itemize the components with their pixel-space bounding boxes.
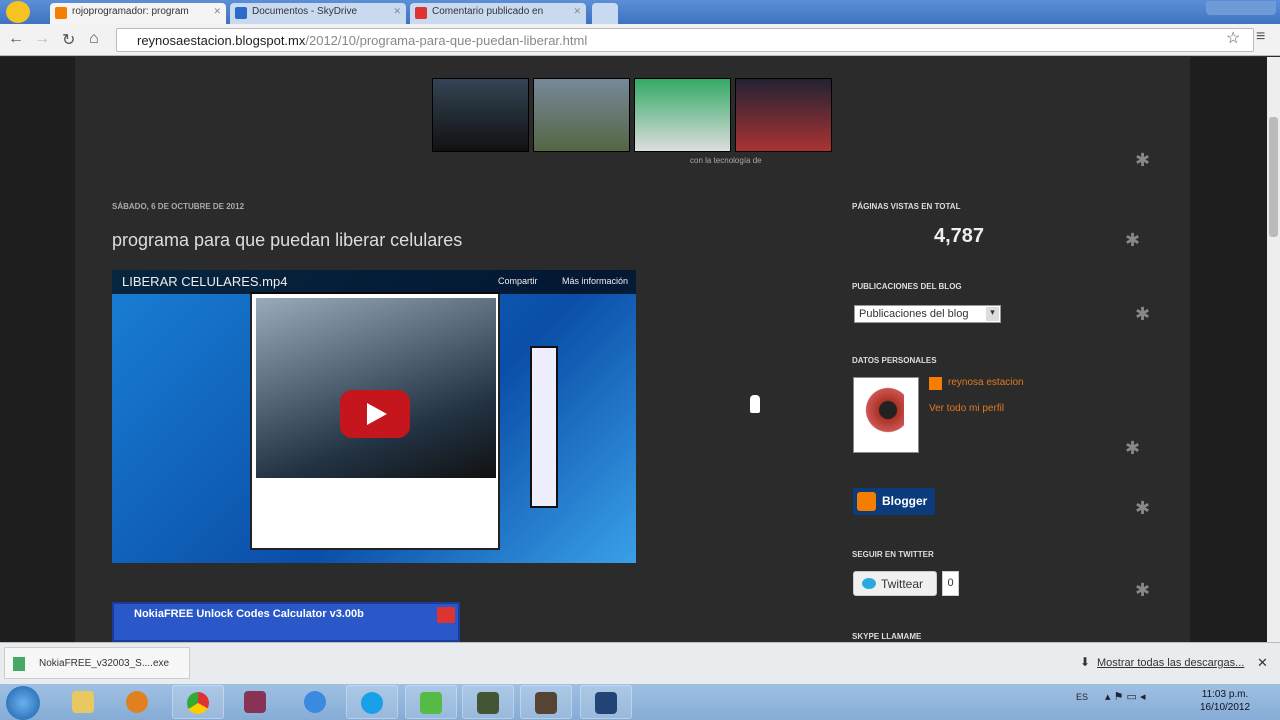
edit-wrench-icon[interactable]: ✱ bbox=[1125, 230, 1140, 251]
nokiafree-taskbar-icon[interactable] bbox=[580, 685, 632, 719]
app-taskbar-icon[interactable] bbox=[520, 685, 572, 719]
tray-icons[interactable]: ▴ ⚑ ▭ ◂ bbox=[1105, 690, 1145, 703]
nokiafree-window: NokiaFREE Unlock Codes Calculator v3.00b bbox=[112, 602, 460, 642]
windows-taskbar: ES ▴ ⚑ ▭ ◂ 11:03 p.m. 16/10/2012 bbox=[0, 684, 1280, 720]
gmail-favicon-icon bbox=[415, 7, 427, 19]
tweet-count: 0 bbox=[942, 571, 959, 596]
more-info-button[interactable]: Más información bbox=[562, 276, 628, 286]
start-button[interactable] bbox=[6, 686, 40, 720]
video-thumbnail[interactable] bbox=[533, 78, 630, 152]
app-taskbar-icon[interactable] bbox=[462, 685, 514, 719]
reload-icon[interactable]: ↻ bbox=[62, 30, 75, 50]
window-title: NokiaFREE Unlock Codes Calculator v3.00b bbox=[134, 608, 364, 620]
scrollbar-thumb[interactable] bbox=[1269, 117, 1278, 237]
blogger-badge[interactable]: Blogger bbox=[853, 488, 935, 515]
new-tab-button[interactable] bbox=[592, 3, 618, 24]
archive-select[interactable]: Publicaciones del blog bbox=[854, 305, 1001, 323]
edit-wrench-icon[interactable]: ✱ bbox=[1135, 304, 1150, 325]
tab-strip: rojoprogramador: program ✕ Documentos - S… bbox=[0, 0, 1280, 24]
system-clock[interactable]: 11:03 p.m. 16/10/2012 bbox=[1200, 688, 1250, 714]
view-profile-link[interactable]: Ver todo mi perfil bbox=[929, 403, 1004, 414]
download-arrow-icon: ⬇ bbox=[1080, 655, 1091, 669]
url-host: reynosaestacion.blogspot.mx bbox=[137, 33, 306, 48]
bookmark-star-icon[interactable]: ☆ bbox=[1226, 28, 1240, 48]
blog-page: con la tecnología de ✱ SÁBADO, 6 DE OCTU… bbox=[0, 57, 1267, 642]
video-title-bar: LIBERAR CELULARES.mp4 Compartir Más info… bbox=[112, 270, 636, 294]
tab-label: Documentos - SkyDrive bbox=[252, 6, 358, 17]
window-controls[interactable] bbox=[1206, 1, 1276, 15]
share-button[interactable]: Compartir bbox=[498, 276, 538, 286]
ie-taskbar-icon[interactable] bbox=[290, 685, 342, 719]
skydrive-favicon-icon bbox=[235, 7, 247, 19]
video-thumbnail[interactable] bbox=[735, 78, 832, 152]
home-icon[interactable]: ⌂ bbox=[89, 30, 99, 48]
profile-avatar-icon bbox=[6, 1, 30, 23]
tweet-label: Twittear bbox=[881, 577, 924, 591]
tab-skydrive[interactable]: Documentos - SkyDrive ✕ bbox=[230, 3, 406, 24]
rooster-image bbox=[864, 386, 904, 446]
video-sidebar-gadget bbox=[530, 346, 558, 508]
exe-file-icon bbox=[13, 657, 25, 671]
url-path: /2012/10/programa-para-que-puedan-libera… bbox=[305, 33, 588, 48]
show-all-downloads-link[interactable]: Mostrar todas las descargas... bbox=[1097, 657, 1244, 669]
language-indicator[interactable]: ES bbox=[1076, 692, 1088, 702]
profile-name-link[interactable]: reynosa estacion bbox=[948, 377, 1024, 388]
tab-rojoprogramador[interactable]: rojoprogramador: program ✕ bbox=[50, 3, 226, 24]
winrar-taskbar-icon[interactable] bbox=[230, 685, 282, 719]
tab-label: rojoprogramador: program bbox=[72, 6, 189, 17]
close-tab-icon[interactable]: ✕ bbox=[573, 6, 581, 17]
skype-taskbar-icon[interactable] bbox=[346, 685, 398, 719]
messenger-taskbar-icon[interactable] bbox=[405, 685, 457, 719]
video-title[interactable]: LIBERAR CELULARES.mp4 bbox=[122, 274, 287, 289]
powered-by-text: con la tecnología de bbox=[690, 156, 762, 165]
video-thumbnail[interactable] bbox=[634, 78, 731, 152]
video-frame bbox=[256, 298, 496, 478]
download-filename: NokiaFREE_v32003_S....exe bbox=[39, 658, 170, 669]
video-player[interactable]: LIBERAR CELULARES.mp4 Compartir Más info… bbox=[112, 270, 636, 563]
close-download-shelf-icon[interactable]: ✕ bbox=[1257, 655, 1268, 671]
blogger-logo-icon bbox=[857, 492, 876, 511]
tab-gmail[interactable]: Comentario publicado en ✕ bbox=[410, 3, 586, 24]
profile-avatar[interactable] bbox=[853, 377, 919, 453]
download-shelf: NokiaFREE_v32003_S....exe ⬇ Mostrar toda… bbox=[0, 642, 1280, 684]
archive-title: PUBLICACIONES DEL BLOG bbox=[852, 282, 962, 291]
video-thumbnails bbox=[432, 78, 832, 152]
twitter-title: SEGUIR EN TWITTER bbox=[852, 550, 934, 559]
blogger-label: Blogger bbox=[882, 494, 928, 508]
address-bar[interactable]: reynosaestacion.blogspot.mx/2012/10/prog… bbox=[116, 28, 1254, 52]
menu-wrench-icon[interactable]: ≡ bbox=[1256, 28, 1265, 46]
back-icon[interactable]: ← bbox=[8, 30, 24, 48]
browser-toolbar: ← → ↻ ⌂ reynosaestacion.blogspot.mx/2012… bbox=[0, 24, 1280, 56]
forward-icon[interactable]: → bbox=[34, 30, 50, 48]
video-thumbnail[interactable] bbox=[432, 78, 529, 152]
profile-title: DATOS PERSONALES bbox=[852, 356, 937, 365]
twitter-bird-icon bbox=[862, 578, 876, 589]
tab-label: Comentario publicado en bbox=[432, 6, 544, 17]
pageviews-title: PÁGINAS VISTAS EN TOTAL bbox=[852, 202, 961, 211]
blogger-profile-icon bbox=[929, 377, 942, 390]
post-title[interactable]: programa para que puedan liberar celular… bbox=[112, 230, 462, 251]
mouse-cursor-icon bbox=[750, 395, 760, 413]
pageviews-count: 4,787 bbox=[934, 225, 985, 247]
download-item[interactable]: NokiaFREE_v32003_S....exe bbox=[4, 647, 190, 679]
explorer-taskbar-icon[interactable] bbox=[58, 685, 110, 719]
chrome-taskbar-icon[interactable] bbox=[172, 685, 224, 719]
edit-wrench-icon[interactable]: ✱ bbox=[1135, 150, 1150, 171]
edit-wrench-icon[interactable]: ✱ bbox=[1135, 580, 1150, 601]
play-button-icon[interactable] bbox=[340, 390, 410, 438]
page-scrollbar[interactable] bbox=[1267, 57, 1280, 642]
close-icon[interactable] bbox=[437, 607, 455, 623]
tweet-button[interactable]: Twittear bbox=[853, 571, 937, 596]
blogger-favicon-icon bbox=[55, 7, 67, 19]
clock-date: 16/10/2012 bbox=[1200, 702, 1251, 713]
close-tab-icon[interactable]: ✕ bbox=[393, 6, 401, 17]
media-player-taskbar-icon[interactable] bbox=[112, 685, 164, 719]
clock-time: 11:03 p.m. bbox=[1201, 689, 1249, 700]
edit-wrench-icon[interactable]: ✱ bbox=[1125, 438, 1140, 459]
post-date: SÁBADO, 6 DE OCTUBRE DE 2012 bbox=[112, 202, 245, 211]
edit-wrench-icon[interactable]: ✱ bbox=[1135, 498, 1150, 519]
close-tab-icon[interactable]: ✕ bbox=[213, 6, 221, 17]
skype-title: SKYPE LLAMAME bbox=[852, 632, 922, 641]
